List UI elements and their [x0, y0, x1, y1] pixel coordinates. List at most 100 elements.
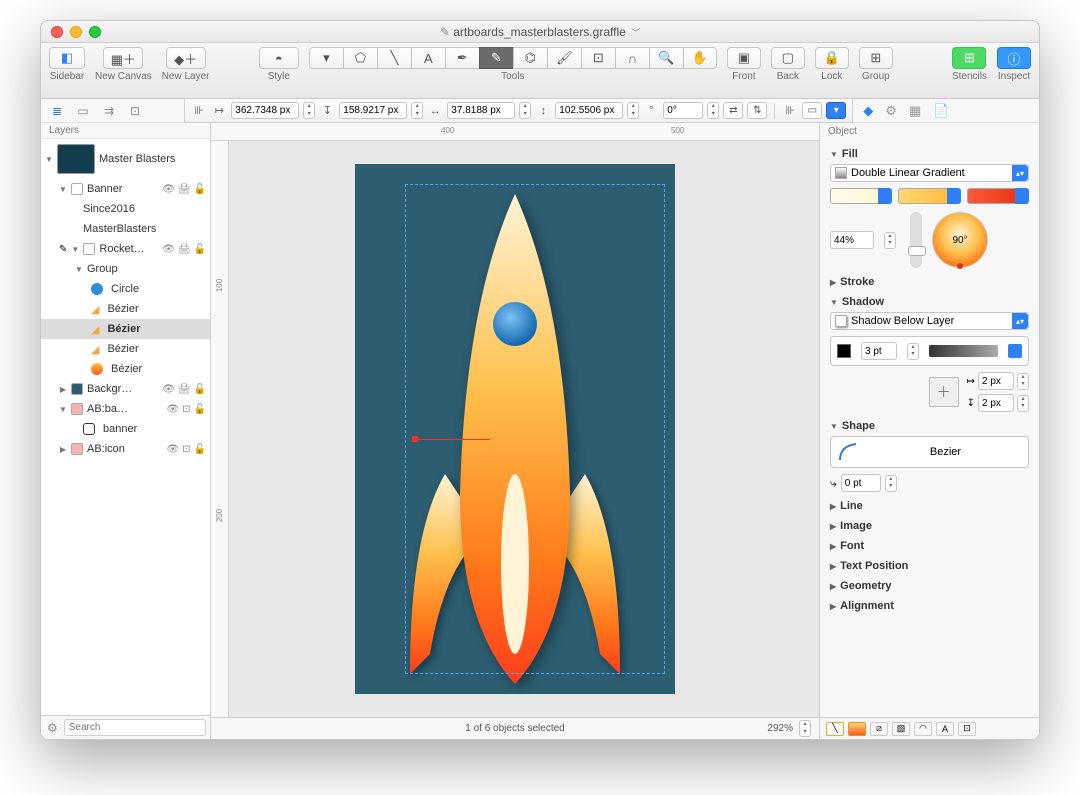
guides-tab-icon[interactable]: ⇉ — [101, 103, 117, 119]
text-tool[interactable]: A — [411, 47, 445, 69]
style-fill-icon[interactable] — [848, 722, 866, 736]
gradient-stop-3[interactable] — [967, 188, 1029, 204]
x-input[interactable] — [231, 102, 299, 119]
point-editor-tool[interactable]: ✎ — [479, 47, 513, 69]
diagram-tool[interactable]: ⌬ — [513, 47, 547, 69]
style-button[interactable]: ◓ — [259, 47, 299, 69]
shape-header[interactable]: ▼Shape — [830, 420, 1029, 432]
search-input[interactable] — [64, 719, 206, 736]
object-tab-icon[interactable]: ◆ — [863, 103, 873, 119]
properties-tab-icon[interactable]: ⚙ — [885, 103, 897, 119]
width-input[interactable] — [447, 102, 515, 119]
disclosure-icon[interactable]: ▼ — [59, 185, 67, 194]
zoom-value[interactable]: 292% — [767, 723, 793, 734]
style-shape-icon[interactable]: ◠ — [914, 722, 932, 736]
font-header[interactable]: ▶Font — [830, 540, 1029, 552]
flip-h-button[interactable]: ⇄ — [723, 102, 743, 119]
artboard[interactable] — [355, 164, 675, 694]
layer-row[interactable]: Since2016 — [41, 199, 210, 219]
style-image-icon[interactable]: ⊡ — [958, 722, 976, 736]
style-shadow-icon[interactable]: ▧ — [892, 722, 910, 736]
x-stepper[interactable]: ▴▾ — [303, 102, 315, 119]
bring-front-button[interactable]: ▣ — [727, 47, 761, 69]
shadow-gradient[interactable] — [929, 345, 998, 357]
sidebar-toggle-button[interactable]: ◧ — [49, 47, 85, 69]
corner-stepper[interactable]: ▴▾ — [885, 475, 897, 492]
stamp-tool[interactable]: ⊡ — [581, 47, 615, 69]
group-button[interactable]: ⊞ — [859, 47, 893, 69]
lock-icon[interactable]: 🔓 — [194, 244, 206, 255]
magnet-tool[interactable]: ∩ — [615, 47, 649, 69]
rotation-stepper[interactable]: ▴▾ — [707, 102, 719, 119]
pen-tool[interactable]: ✒ — [445, 47, 479, 69]
outline-tab-icon[interactable]: ▭ — [75, 103, 91, 119]
new-layer-button[interactable]: ◆＋ — [166, 47, 206, 69]
canvas-row[interactable]: ▼ Master Blasters — [41, 139, 210, 179]
stroke-header[interactable]: ▶Stroke — [830, 276, 1029, 288]
canvas-viewport[interactable]: 100 200 — [211, 141, 819, 717]
disclosure-icon[interactable]: ▼ — [45, 155, 53, 164]
y-stepper[interactable]: ▴▾ — [411, 102, 423, 119]
new-canvas-button[interactable]: ▦＋ — [103, 47, 143, 69]
gradient-stop-2[interactable] — [898, 188, 960, 204]
shadow-radius-input[interactable] — [861, 342, 897, 360]
layers-tab-icon[interactable]: ≣ — [49, 103, 65, 119]
line-header[interactable]: ▶Line — [830, 500, 1029, 512]
layer-row[interactable]: Circle — [41, 279, 210, 299]
flip-v-button[interactable]: ⇅ — [747, 102, 767, 119]
image-header[interactable]: ▶Image — [830, 520, 1029, 532]
shadow-type-select[interactable]: Shadow Below Layer▴▾ — [830, 312, 1029, 330]
visibility-icon[interactable]: 👁 — [162, 244, 175, 255]
layer-row[interactable]: MasterBlasters — [41, 219, 210, 239]
send-back-button[interactable]: ▢ — [771, 47, 805, 69]
layer-row-backgr[interactable]: ▶ Backgr… 👁🖨🔓 — [41, 379, 210, 399]
lock-button[interactable]: 🔒 — [815, 47, 849, 69]
textpos-header[interactable]: ▶Text Position — [830, 560, 1029, 572]
style-nofill-icon[interactable]: ⧄ — [870, 722, 888, 736]
shadow-offset-crosshair[interactable]: ＋ — [929, 377, 959, 407]
layer-row[interactable]: ◢Bézier — [41, 339, 210, 359]
style-text-icon[interactable]: A — [936, 722, 954, 736]
layer-row-group[interactable]: ▼Group — [41, 259, 210, 279]
disclosure-icon[interactable]: ▼ — [71, 245, 79, 254]
grid-button[interactable]: ▾ — [826, 102, 846, 119]
snap-button[interactable]: ▭ — [802, 102, 822, 119]
line-tool[interactable]: ╲ — [377, 47, 411, 69]
canvas-tab-icon[interactable]: ▦ — [909, 103, 921, 119]
selection-tool[interactable]: ▾ — [309, 47, 343, 69]
style-pen-icon[interactable]: ╲ — [826, 722, 844, 736]
shadow-header[interactable]: ▼Shadow — [830, 296, 1029, 308]
style-brush-tool[interactable]: 🖌 — [547, 47, 581, 69]
geometry-header[interactable]: ▶Geometry — [830, 580, 1029, 592]
visibility-icon[interactable]: 👁 — [162, 184, 175, 195]
zoom-stepper[interactable]: ▴▾ — [799, 720, 811, 737]
zoom-tool[interactable]: 🔍 — [649, 47, 683, 69]
shape-well[interactable]: Bezier — [830, 436, 1029, 468]
corner-input[interactable] — [841, 474, 881, 492]
rotation-input[interactable] — [663, 102, 703, 119]
gradient-stop-1[interactable] — [830, 188, 892, 204]
layer-row-abicon[interactable]: ▶ AB:icon 👁⊡🔓 — [41, 439, 210, 459]
layer-row-rocket[interactable]: ✎ ▼ Rocket… 👁🖨🔓 — [41, 239, 210, 259]
height-input[interactable] — [555, 102, 623, 119]
shadow-radius-stepper[interactable]: ▴▾ — [907, 343, 919, 360]
chevron-down-icon[interactable]: ﹀ — [631, 28, 640, 38]
fill-type-select[interactable]: Double Linear Gradient▴▾ — [830, 164, 1029, 182]
shape-tool[interactable]: ⬠ — [343, 47, 377, 69]
bezier-point[interactable] — [412, 436, 418, 442]
height-stepper[interactable]: ▴▾ — [627, 102, 639, 119]
shadow-color-well[interactable] — [837, 344, 851, 358]
blend-slider[interactable] — [910, 212, 922, 268]
y-input[interactable] — [339, 102, 407, 119]
layer-row-banner[interactable]: ▼ Banner 👁🖨🔓 — [41, 179, 210, 199]
fill-header[interactable]: ▼Fill — [830, 148, 1029, 160]
layer-row[interactable]: Bézier — [41, 359, 210, 379]
blend-stepper[interactable]: ▴▾ — [884, 232, 896, 249]
layer-row[interactable]: banner — [41, 419, 210, 439]
print-icon[interactable]: 🖨 — [178, 184, 191, 195]
lock-icon[interactable]: 🔓 — [194, 184, 206, 195]
layer-row-abba[interactable]: ▼ AB:ba… 👁⊡🔓 — [41, 399, 210, 419]
layer-row-selected[interactable]: ◢Bézier — [41, 319, 210, 339]
blend-input[interactable] — [830, 231, 874, 249]
gear-icon[interactable]: ⚙ — [47, 721, 58, 735]
